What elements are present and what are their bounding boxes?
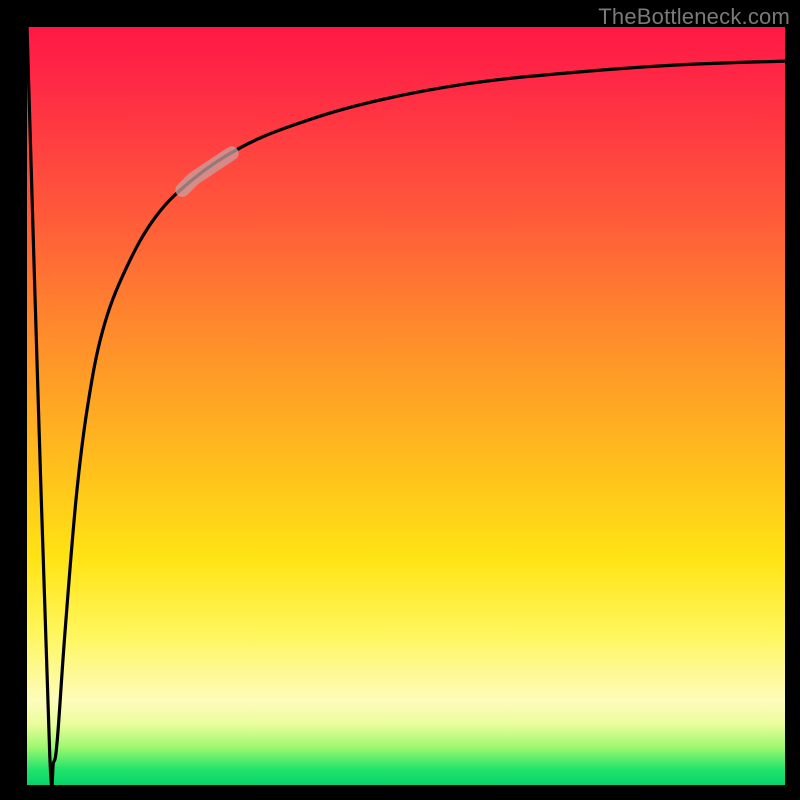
attribution-label: TheBottleneck.com: [598, 4, 790, 30]
chart-frame: TheBottleneck.com: [0, 0, 800, 800]
curve-highlight: [182, 153, 231, 190]
plot-area: [27, 27, 785, 785]
bottleneck-curve: [27, 27, 785, 786]
curve-svg: [27, 27, 785, 785]
